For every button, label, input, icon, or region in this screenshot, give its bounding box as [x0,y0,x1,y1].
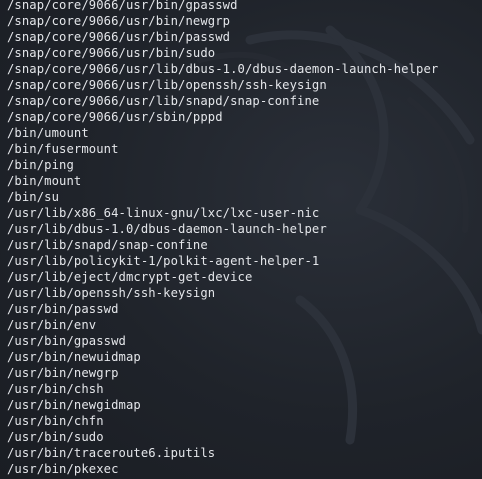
output-line: /snap/core/9066/usr/bin/newgrp [7,14,231,28]
output-line: /usr/bin/passwd [7,302,119,316]
output-line: /bin/ping [7,158,74,172]
output-line: /usr/bin/chfn [7,414,104,428]
output-line: /snap/core/9066/usr/lib/dbus-1.0/dbus-da… [7,62,439,76]
output-line: /usr/bin/gpasswd [7,334,126,348]
output-line: /usr/bin/env [7,318,97,332]
output-line: /usr/lib/dbus-1.0/dbus-daemon-launch-hel… [7,222,327,236]
output-line: /usr/lib/openssh/ssh-keysign [7,286,216,300]
output-line: /usr/bin/pkexec [7,462,119,476]
output-line: /usr/bin/chsh [7,382,104,396]
terminal-window[interactable]: /snap/core/9066/usr/bin/gpasswd/snap/cor… [0,0,482,479]
output-line: /usr/bin/sudo [7,430,104,444]
output-line: /bin/fusermount [7,142,119,156]
output-line: /snap/core/9066/usr/bin/sudo [7,46,216,60]
output-line: /usr/bin/traceroute6.iputils [7,446,216,460]
output-line: /snap/core/9066/usr/bin/gpasswd [7,0,238,12]
output-line: /bin/su [7,190,60,204]
terminal-output: /snap/core/9066/usr/bin/gpasswd/snap/cor… [7,0,438,477]
output-line: /usr/lib/x86_64-linux-gnu/lxc/lxc-user-n… [7,206,320,220]
output-line: /usr/bin/newuidmap [7,350,141,364]
output-line: /snap/core/9066/usr/bin/passwd [7,30,231,44]
output-line: /snap/core/9066/usr/sbin/pppd [7,110,223,124]
output-line: /bin/mount [7,174,82,188]
output-line: /usr/lib/policykit-1/polkit-agent-helper… [7,254,320,268]
output-line: /bin/umount [7,126,89,140]
output-line: /usr/lib/snapd/snap-confine [7,238,208,252]
output-line: /usr/bin/newgidmap [7,398,141,412]
output-line: /snap/core/9066/usr/lib/snapd/snap-confi… [7,94,320,108]
output-line: /usr/bin/newgrp [7,366,119,380]
output-line: /usr/lib/eject/dmcrypt-get-device [7,270,253,284]
output-line: /snap/core/9066/usr/lib/openssh/ssh-keys… [7,78,327,92]
